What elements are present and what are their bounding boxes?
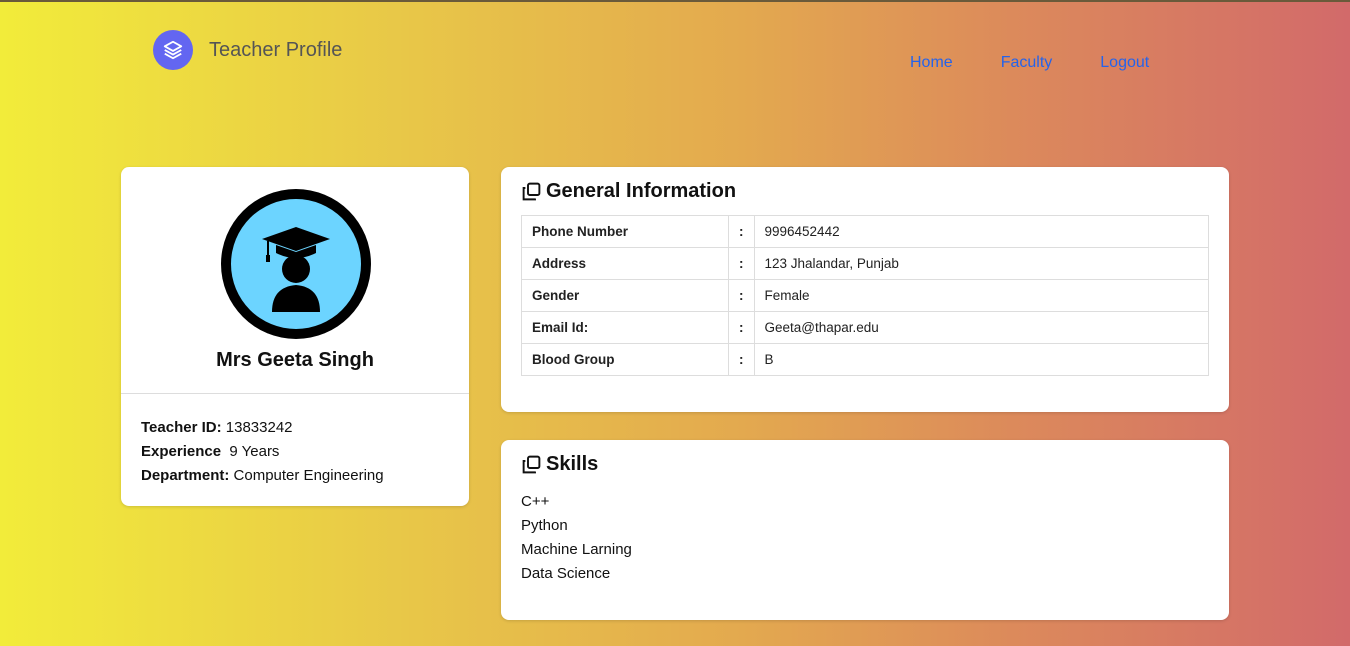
list-item: Python <box>521 517 568 534</box>
profile-details: Teacher ID: 13833242 Experience 9 Years … <box>141 416 384 488</box>
separator: : <box>728 311 755 344</box>
nav-logout-link[interactable]: Logout <box>1100 54 1149 72</box>
address-value: 123 Jhalandar, Punjab <box>753 247 1209 280</box>
copy-icon <box>522 182 541 201</box>
blood-group-label: Blood Group <box>521 343 729 376</box>
list-item: Data Science <box>521 565 611 582</box>
email-label: Email Id: <box>521 311 729 344</box>
address-label: Address <box>521 247 729 280</box>
department-row: Department: Computer Engineering <box>141 464 384 488</box>
department-label: Department: <box>141 467 230 484</box>
general-info-card: General Information Phone Number : 99964… <box>501 167 1229 412</box>
brand-title: Teacher Profile <box>209 38 343 61</box>
experience-row: Experience 9 Years <box>141 440 384 464</box>
experience-label: Experience <box>141 443 222 460</box>
table-row: Email Id: : Geeta@thapar.edu <box>521 311 1209 344</box>
phone-value: 9996452442 <box>753 215 1209 248</box>
teacher-id-label: Teacher ID: <box>141 419 222 436</box>
separator: : <box>728 215 755 248</box>
avatar <box>221 189 371 339</box>
gender-label: Gender <box>521 279 729 312</box>
separator: : <box>728 247 755 280</box>
top-border <box>0 0 1350 2</box>
skills-heading: Skills <box>521 453 598 476</box>
blood-group-value: B <box>753 343 1209 376</box>
list-item: C++ <box>521 493 550 510</box>
profile-card: Mrs Geeta Singh Teacher ID: 13833242 Exp… <box>121 167 469 506</box>
brand[interactable]: Teacher Profile <box>153 30 342 70</box>
table-row: Phone Number : 9996452442 <box>521 215 1209 248</box>
layers-icon <box>153 30 193 70</box>
separator: : <box>728 279 755 312</box>
profile-name: Mrs Geeta Singh <box>216 349 374 371</box>
nav-home-link[interactable]: Home <box>910 54 953 72</box>
table-row: Blood Group : B <box>521 343 1209 376</box>
phone-label: Phone Number <box>521 215 729 248</box>
gender-value: Female <box>753 279 1209 312</box>
general-info-heading: General Information <box>521 180 736 203</box>
list-item: Machine Larning <box>521 541 632 558</box>
general-info-table: Phone Number : 9996452442 Address : 123 … <box>521 215 1209 376</box>
general-info-title: General Information <box>546 180 737 202</box>
department-value: Computer Engineering <box>233 467 384 484</box>
email-value: Geeta@thapar.edu <box>753 311 1209 344</box>
teacher-id-row: Teacher ID: 13833242 <box>141 416 384 440</box>
skills-card: Skills C++ Python Machine Larning Data S… <box>501 440 1229 620</box>
profile-divider <box>121 393 469 394</box>
separator: : <box>728 343 755 376</box>
skills-title: Skills <box>546 453 599 475</box>
main-nav: Home Faculty Logout <box>910 54 1197 72</box>
graduate-avatar-icon <box>231 199 361 329</box>
table-row: Address : 123 Jhalandar, Punjab <box>521 247 1209 280</box>
nav-faculty-link[interactable]: Faculty <box>1001 54 1053 72</box>
experience-value: 9 Years <box>229 443 280 460</box>
teacher-id-value: 13833242 <box>225 419 293 436</box>
table-row: Gender : Female <box>521 279 1209 312</box>
copy-icon <box>522 455 541 474</box>
skills-list: C++ Python Machine Larning Data Science <box>521 490 632 586</box>
